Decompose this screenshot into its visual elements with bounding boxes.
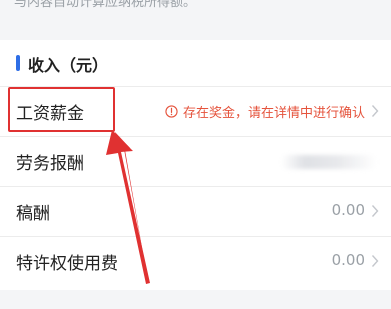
- chevron-right-icon: [371, 105, 379, 117]
- income-row-royalty-author[interactable]: 稿酬 0.00: [0, 186, 391, 236]
- row-label: 特许权使用费: [16, 254, 118, 274]
- chevron-right-icon: [371, 255, 379, 267]
- income-row-franchise[interactable]: 特许权使用费 0.00: [0, 236, 391, 286]
- income-row-labor[interactable]: 劳务报酬: [0, 136, 391, 186]
- section-title: 收入（元）: [28, 56, 109, 75]
- chevron-right-icon: [371, 205, 379, 217]
- row-label: 劳务报酬: [16, 154, 84, 174]
- section-accent-bar: [16, 55, 20, 71]
- warning-circle-icon: [165, 104, 178, 118]
- warning-text: 存在奖金，请在详情中进行确认: [182, 105, 365, 121]
- income-card: 收入（元） 工资薪金 存在奖金，请在详情中进行确认 劳务报酬 稿酬 0.00 特…: [0, 40, 391, 290]
- row-value: 0.00: [331, 201, 365, 219]
- salary-warning: 存在奖金，请在详情中进行确认: [165, 102, 365, 121]
- annotation-highlight-box: [8, 87, 115, 132]
- section-header: 收入（元）: [0, 40, 391, 86]
- row-value: 0.00: [331, 251, 365, 269]
- redacted-value: [281, 155, 377, 169]
- row-label: 稿酬: [16, 204, 50, 224]
- top-note: 与内容自动计算应纳税所得额。: [14, 0, 197, 10]
